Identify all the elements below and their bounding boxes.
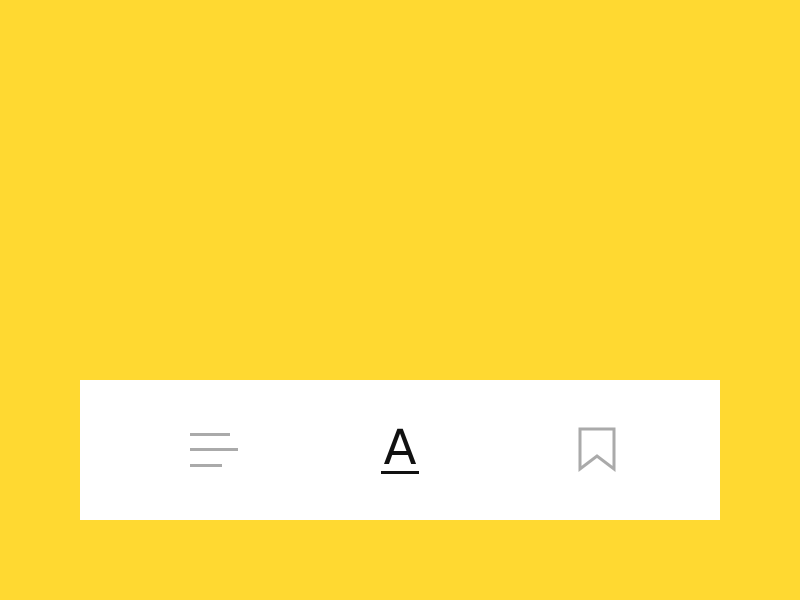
active-underline	[381, 471, 419, 474]
menu-line	[190, 448, 238, 451]
font-button[interactable]: A	[355, 380, 445, 520]
font-icon: A	[380, 420, 420, 476]
menu-button[interactable]	[170, 380, 260, 520]
menu-line	[190, 464, 222, 467]
font-icon-label: A	[383, 420, 417, 476]
menu-line	[190, 433, 230, 436]
bookmark-button[interactable]	[552, 380, 642, 520]
bottom-toolbar: A	[80, 380, 720, 520]
menu-lines-icon	[190, 431, 240, 469]
bookmark-icon	[578, 427, 616, 473]
